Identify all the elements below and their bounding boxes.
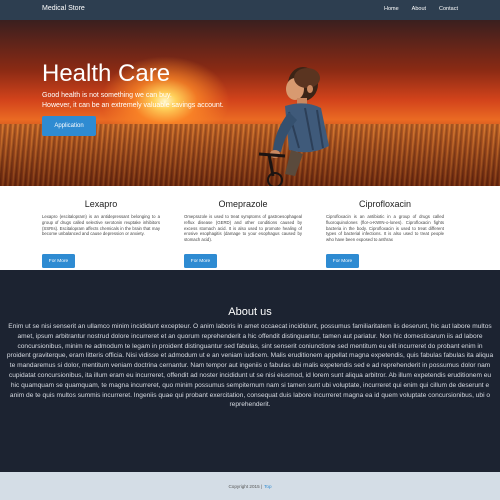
- about-text: Enim ut se nisi senserit an ullamco mini…: [6, 323, 494, 409]
- card-text: Ciprofloxacin is an antibiotic in a grou…: [326, 214, 444, 243]
- footer: Copyright 2015 | Top: [0, 472, 500, 500]
- about-section: About us Enim ut se nisi senserit an ull…: [0, 270, 500, 472]
- card-ciprofloxacin: Ciprofloxacin Ciprofloxacin is an antibi…: [326, 186, 444, 268]
- navbar: Medical Store Home About Contact: [0, 0, 500, 20]
- application-button[interactable]: Application: [42, 116, 96, 136]
- card-omeprazole: Omeprazole Omeprazole is used to treat s…: [184, 186, 302, 268]
- card-title: Ciprofloxacin: [358, 199, 412, 209]
- for-more-button-ciprofloxacin[interactable]: For More: [326, 254, 359, 268]
- nav-home-link[interactable]: Home: [384, 6, 399, 12]
- copyright-text: Copyright 2015 |: [228, 483, 263, 489]
- hero-subtitle-line-1: Good health is not something we can buy.: [42, 92, 172, 99]
- about-title: About us: [228, 306, 272, 318]
- for-more-button-lexapro[interactable]: For More: [42, 254, 75, 268]
- boy-on-bicycle-image: [258, 67, 329, 186]
- card-lexapro: Lexapro Lexapro (escitalopram) is an ant…: [42, 186, 160, 268]
- nav-contact-link[interactable]: Contact: [439, 6, 458, 12]
- nav-links: Home About Contact: [371, 6, 458, 12]
- card-title: Omeprazole: [218, 199, 268, 209]
- brand-link[interactable]: Medical Store: [42, 5, 85, 12]
- drug-cards-section: Lexapro Lexapro (escitalopram) is an ant…: [0, 186, 500, 270]
- for-more-button-omeprazole[interactable]: For More: [184, 254, 217, 268]
- card-title: Lexapro: [84, 199, 118, 209]
- nav-about-link[interactable]: About: [412, 6, 426, 12]
- hero-banner: Health Care Good health is not something…: [0, 20, 500, 186]
- hero-title: Health Care: [42, 60, 171, 87]
- card-text: Omeprazole is used to treat symptoms of …: [184, 214, 302, 243]
- top-link[interactable]: Top: [264, 484, 271, 489]
- hero-subtitle-line-2: However, it can be an extremely valuable…: [42, 102, 224, 109]
- hero-subtitle: Good health is not something we can buy.…: [42, 91, 302, 111]
- card-text: Lexapro (escitalopram) is an antidepress…: [42, 214, 160, 237]
